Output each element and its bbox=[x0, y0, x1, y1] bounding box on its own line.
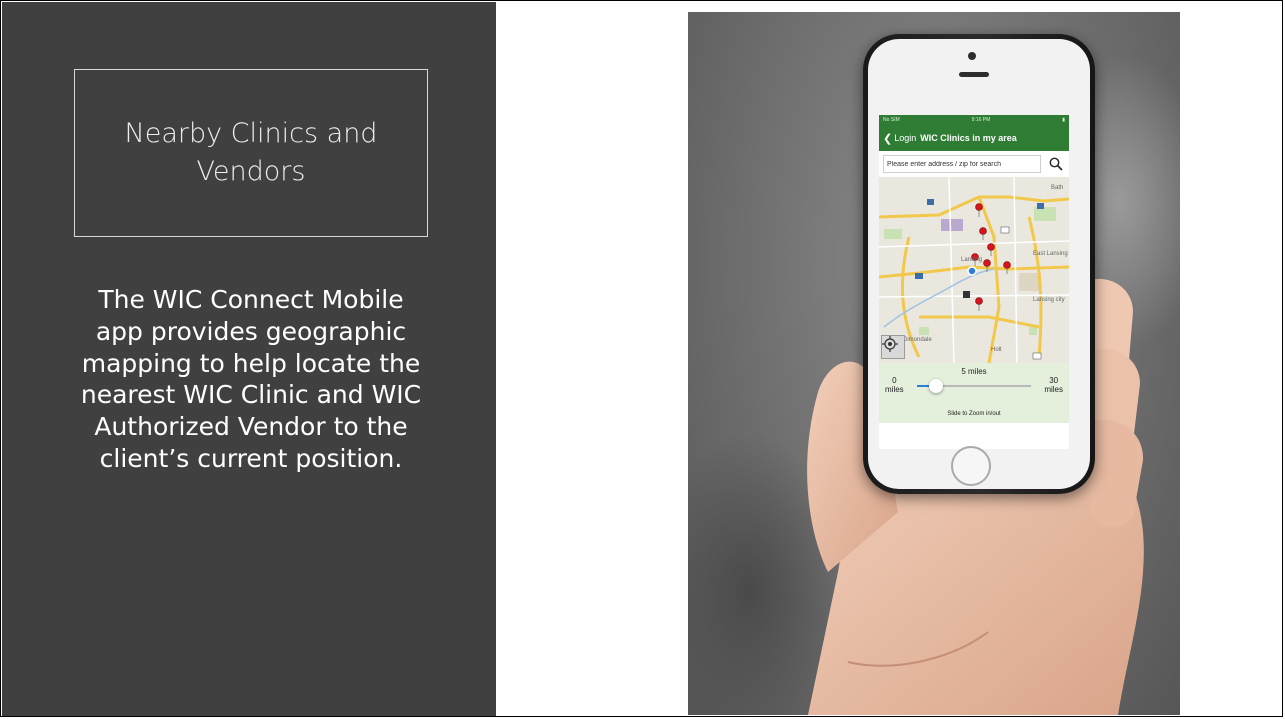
map-label-lansing: Lansing bbox=[961, 257, 983, 263]
slide-title: Nearby Clinics and Vendors bbox=[74, 69, 428, 237]
slider-hint: Slide to Zoom in/out bbox=[947, 411, 1001, 417]
map-label-lansing-city: Lansing city bbox=[1033, 297, 1065, 303]
map-label-east-lansing: East Lansing bbox=[1033, 251, 1068, 257]
radius-slider-thumb[interactable] bbox=[929, 379, 944, 393]
clinic-map[interactable]: Lansing East Lansing Lansing city Dimond… bbox=[879, 177, 1069, 363]
status-bar: No SIM 9:16 PM ▮ bbox=[879, 115, 1069, 125]
slide-body-text: The WIC Connect Mobile app provides geog… bbox=[80, 285, 422, 473]
text-panel: Nearby Clinics and Vendors The WIC Conne… bbox=[2, 2, 496, 717]
radius-current-label: 5 miles bbox=[961, 367, 987, 376]
speaker-grille bbox=[959, 72, 989, 77]
locate-me-button[interactable] bbox=[881, 335, 905, 359]
front-camera-icon bbox=[968, 52, 976, 60]
battery-icon: ▮ bbox=[1062, 117, 1065, 123]
clock-label: 9:16 PM bbox=[971, 117, 991, 123]
radius-slider[interactable] bbox=[917, 379, 1031, 393]
radius-max-label: 30 miles bbox=[1044, 376, 1063, 395]
search-icon[interactable] bbox=[1047, 155, 1065, 173]
nav-bar: ❮ Login WIC Clinics in my area bbox=[879, 125, 1069, 151]
radius-slider-panel: 5 miles 0 miles 30 miles Slide to Zoom i… bbox=[879, 363, 1069, 423]
radius-min-unit: miles bbox=[885, 384, 904, 394]
screen-title: WIC Clinics in my area bbox=[920, 133, 1017, 143]
map-canvas bbox=[879, 177, 1069, 363]
app-screen: No SIM 9:16 PM ▮ ❮ Login WIC Clinics in … bbox=[879, 115, 1069, 449]
back-button[interactable]: Login bbox=[894, 133, 916, 143]
map-label-bath: Bath bbox=[1051, 185, 1064, 191]
crosshair-icon bbox=[882, 336, 898, 352]
search-row bbox=[879, 151, 1069, 177]
radius-min-label: 0 miles bbox=[885, 376, 904, 395]
smartphone: No SIM 9:16 PM ▮ ❮ Login WIC Clinics in … bbox=[863, 34, 1095, 494]
map-label-dimondale: Dimondale bbox=[903, 337, 932, 343]
map-label-holt: Holt bbox=[991, 347, 1002, 353]
radius-max-unit: miles bbox=[1044, 384, 1063, 394]
home-button[interactable] bbox=[951, 446, 991, 486]
phone-photo: No SIM 9:16 PM ▮ ❮ Login WIC Clinics in … bbox=[688, 12, 1180, 715]
carrier-label: No SIM bbox=[883, 117, 900, 123]
address-search-input[interactable] bbox=[883, 155, 1041, 173]
slide-title-text: Nearby Clinics and Vendors bbox=[124, 118, 378, 187]
back-chevron-icon[interactable]: ❮ bbox=[883, 132, 892, 145]
